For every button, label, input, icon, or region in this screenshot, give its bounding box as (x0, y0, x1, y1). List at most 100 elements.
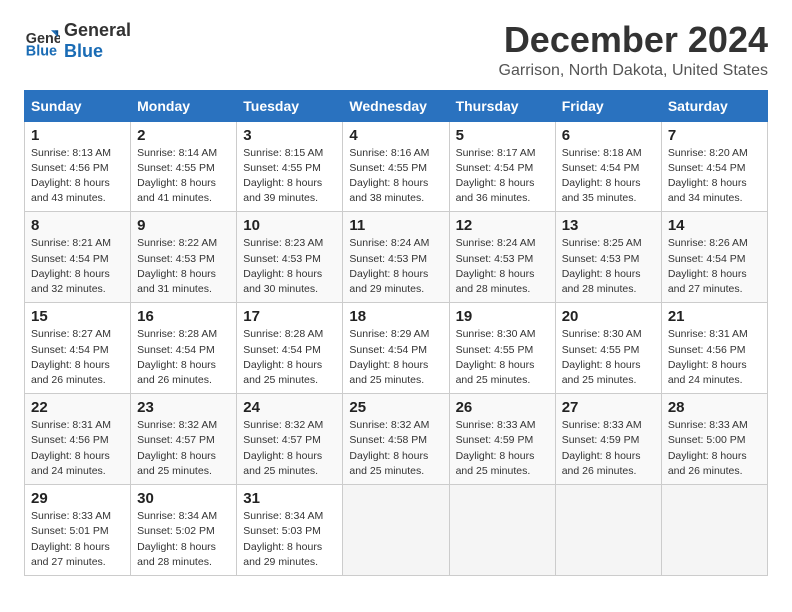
day-info: Sunrise: 8:28 AM Sunset: 4:54 PM Dayligh… (243, 327, 336, 388)
calendar-cell: 24Sunrise: 8:32 AM Sunset: 4:57 PM Dayli… (237, 394, 343, 485)
day-info: Sunrise: 8:30 AM Sunset: 4:55 PM Dayligh… (456, 327, 549, 388)
day-number: 8 (31, 217, 124, 234)
page-header: General Blue General Blue December 2024 … (24, 20, 768, 80)
calendar-week-row: 29 Sunrise: 8:33 AM Sunset: 5:01 PM Dayli… (25, 485, 768, 576)
calendar-cell: 25 Sunrise: 8:32 AM Sunset: 4:58 PM Dayli… (343, 394, 449, 485)
day-info: Sunrise: 8:22 AM Sunset: 4:53 PM Dayligh… (137, 236, 230, 297)
calendar-cell: 26 Sunrise: 8:33 AM Sunset: 4:59 PM Dayli… (449, 394, 555, 485)
day-info: Sunrise: 8:26 AM Sunset: 4:54 PM Dayligh… (668, 236, 761, 297)
calendar-cell: 23Sunrise: 8:32 AM Sunset: 4:57 PM Dayli… (131, 394, 237, 485)
day-info: Sunrise: 8:32 AM Sunset: 4:57 PM Dayligh… (243, 418, 336, 479)
day-number: 23 (137, 399, 230, 416)
calendar-cell: 21 Sunrise: 8:31 AM Sunset: 4:56 PM Dayli… (661, 303, 767, 394)
calendar-cell (449, 485, 555, 576)
weekday-header-saturday: Saturday (661, 90, 767, 121)
day-info: Sunrise: 8:24 AM Sunset: 4:53 PM Dayligh… (456, 236, 549, 297)
calendar-cell: 28 Sunrise: 8:33 AM Sunset: 5:00 PM Dayli… (661, 394, 767, 485)
day-number: 2 (137, 127, 230, 144)
day-number: 15 (31, 308, 124, 325)
calendar-cell: 31Sunrise: 8:34 AM Sunset: 5:03 PM Dayli… (237, 485, 343, 576)
day-info: Sunrise: 8:17 AM Sunset: 4:54 PM Dayligh… (456, 146, 549, 207)
day-number: 4 (349, 127, 442, 144)
calendar-cell: 30 Sunrise: 8:34 AM Sunset: 5:02 PM Dayli… (131, 485, 237, 576)
day-number: 22 (31, 399, 124, 416)
calendar-week-row: 1Sunrise: 8:13 AM Sunset: 4:56 PM Daylig… (25, 121, 768, 212)
calendar-cell: 10Sunrise: 8:23 AM Sunset: 4:53 PM Dayli… (237, 212, 343, 303)
calendar-cell: 18Sunrise: 8:29 AM Sunset: 4:54 PM Dayli… (343, 303, 449, 394)
calendar-cell: 12 Sunrise: 8:24 AM Sunset: 4:53 PM Dayli… (449, 212, 555, 303)
day-info: Sunrise: 8:23 AM Sunset: 4:53 PM Dayligh… (243, 236, 336, 297)
calendar-cell: 14 Sunrise: 8:26 AM Sunset: 4:54 PM Dayli… (661, 212, 767, 303)
day-number: 16 (137, 308, 230, 325)
day-info: Sunrise: 8:29 AM Sunset: 4:54 PM Dayligh… (349, 327, 442, 388)
day-info: Sunrise: 8:33 AM Sunset: 4:59 PM Dayligh… (456, 418, 549, 479)
calendar-table: SundayMondayTuesdayWednesdayThursdayFrid… (24, 90, 768, 576)
day-number: 25 (349, 399, 442, 416)
title-area: December 2024 Garrison, North Dakota, Un… (499, 20, 768, 80)
calendar-cell: 22 Sunrise: 8:31 AM Sunset: 4:56 PM Dayli… (25, 394, 131, 485)
calendar-header-row: SundayMondayTuesdayWednesdayThursdayFrid… (25, 90, 768, 121)
day-info: Sunrise: 8:34 AM Sunset: 5:02 PM Dayligh… (137, 509, 230, 570)
logo-text-general: General (64, 20, 131, 41)
weekday-header-monday: Monday (131, 90, 237, 121)
day-info: Sunrise: 8:31 AM Sunset: 4:56 PM Dayligh… (668, 327, 761, 388)
calendar-cell: 2Sunrise: 8:14 AM Sunset: 4:55 PM Daylig… (131, 121, 237, 212)
day-number: 29 (31, 490, 124, 507)
calendar-cell (343, 485, 449, 576)
weekday-header-sunday: Sunday (25, 90, 131, 121)
logo-text-blue: Blue (64, 41, 131, 62)
day-number: 7 (668, 127, 761, 144)
calendar-cell: 1Sunrise: 8:13 AM Sunset: 4:56 PM Daylig… (25, 121, 131, 212)
calendar-cell: 13Sunrise: 8:25 AM Sunset: 4:53 PM Dayli… (555, 212, 661, 303)
day-number: 19 (456, 308, 549, 325)
location-title: Garrison, North Dakota, United States (499, 62, 768, 80)
day-info: Sunrise: 8:16 AM Sunset: 4:55 PM Dayligh… (349, 146, 442, 207)
day-info: Sunrise: 8:18 AM Sunset: 4:54 PM Dayligh… (562, 146, 655, 207)
calendar-cell (555, 485, 661, 576)
calendar-cell: 5 Sunrise: 8:17 AM Sunset: 4:54 PM Daylig… (449, 121, 555, 212)
day-number: 30 (137, 490, 230, 507)
day-number: 20 (562, 308, 655, 325)
day-number: 26 (456, 399, 549, 416)
day-info: Sunrise: 8:33 AM Sunset: 4:59 PM Dayligh… (562, 418, 655, 479)
calendar-cell: 17 Sunrise: 8:28 AM Sunset: 4:54 PM Dayli… (237, 303, 343, 394)
calendar-cell: 3 Sunrise: 8:15 AM Sunset: 4:55 PM Daylig… (237, 121, 343, 212)
calendar-cell: 29 Sunrise: 8:33 AM Sunset: 5:01 PM Dayli… (25, 485, 131, 576)
day-number: 27 (562, 399, 655, 416)
calendar-cell: 9Sunrise: 8:22 AM Sunset: 4:53 PM Daylig… (131, 212, 237, 303)
day-number: 1 (31, 127, 124, 144)
day-info: Sunrise: 8:32 AM Sunset: 4:58 PM Dayligh… (349, 418, 442, 479)
day-info: Sunrise: 8:31 AM Sunset: 4:56 PM Dayligh… (31, 418, 124, 479)
weekday-header-tuesday: Tuesday (237, 90, 343, 121)
day-number: 6 (562, 127, 655, 144)
weekday-header-friday: Friday (555, 90, 661, 121)
day-number: 21 (668, 308, 761, 325)
day-info: Sunrise: 8:33 AM Sunset: 5:01 PM Dayligh… (31, 509, 124, 570)
calendar-body: 1Sunrise: 8:13 AM Sunset: 4:56 PM Daylig… (25, 121, 768, 575)
calendar-cell: 19 Sunrise: 8:30 AM Sunset: 4:55 PM Dayli… (449, 303, 555, 394)
day-info: Sunrise: 8:20 AM Sunset: 4:54 PM Dayligh… (668, 146, 761, 207)
calendar-cell: 4 Sunrise: 8:16 AM Sunset: 4:55 PM Daylig… (343, 121, 449, 212)
svg-text:Blue: Blue (26, 43, 57, 59)
day-number: 17 (243, 308, 336, 325)
day-number: 3 (243, 127, 336, 144)
day-number: 12 (456, 217, 549, 234)
day-number: 14 (668, 217, 761, 234)
day-number: 28 (668, 399, 761, 416)
day-info: Sunrise: 8:28 AM Sunset: 4:54 PM Dayligh… (137, 327, 230, 388)
day-info: Sunrise: 8:21 AM Sunset: 4:54 PM Dayligh… (31, 236, 124, 297)
logo-icon: General Blue (24, 23, 60, 59)
day-number: 5 (456, 127, 549, 144)
calendar-cell: 7 Sunrise: 8:20 AM Sunset: 4:54 PM Daylig… (661, 121, 767, 212)
day-info: Sunrise: 8:24 AM Sunset: 4:53 PM Dayligh… (349, 236, 442, 297)
weekday-header-wednesday: Wednesday (343, 90, 449, 121)
day-number: 31 (243, 490, 336, 507)
day-info: Sunrise: 8:30 AM Sunset: 4:55 PM Dayligh… (562, 327, 655, 388)
day-info: Sunrise: 8:15 AM Sunset: 4:55 PM Dayligh… (243, 146, 336, 207)
calendar-week-row: 8 Sunrise: 8:21 AM Sunset: 4:54 PM Daylig… (25, 212, 768, 303)
calendar-cell (661, 485, 767, 576)
day-info: Sunrise: 8:27 AM Sunset: 4:54 PM Dayligh… (31, 327, 124, 388)
logo: General Blue General Blue (24, 20, 131, 61)
calendar-week-row: 22 Sunrise: 8:31 AM Sunset: 4:56 PM Dayli… (25, 394, 768, 485)
day-info: Sunrise: 8:33 AM Sunset: 5:00 PM Dayligh… (668, 418, 761, 479)
